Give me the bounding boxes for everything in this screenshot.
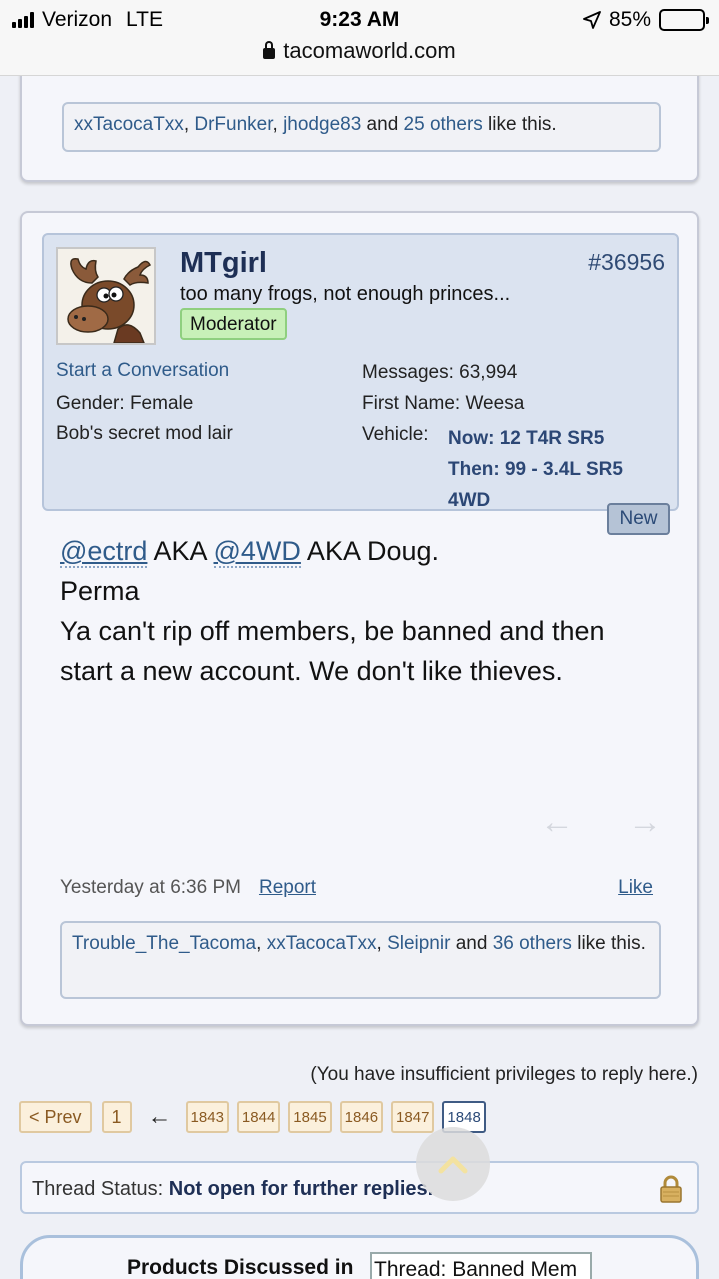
padlock-icon	[660, 1175, 682, 1203]
others-link[interactable]: 36 others	[493, 933, 572, 954]
liker-link[interactable]: DrFunker	[194, 114, 272, 135]
browser-chrome: Verizon LTE 9:23 AM 85% tacomaworld.com	[0, 0, 719, 76]
post: MTgirl #36956 too many frogs, not enough…	[20, 211, 699, 1026]
battery-icon	[659, 9, 709, 31]
likes-summary: Trouble_The_Tacoma, xxTacocaTxx, Sleipni…	[60, 921, 661, 999]
address-bar[interactable]: tacomaworld.com	[0, 38, 719, 64]
messages-row: Messages: 63,994	[362, 362, 518, 383]
post-timestamp[interactable]: Yesterday at 6:36 PM	[60, 877, 241, 898]
post-meta: Yesterday at 6:36 PM Report	[60, 877, 316, 899]
page-link[interactable]: 1846	[339, 1101, 384, 1133]
avatar[interactable]	[56, 247, 156, 345]
page-link[interactable]: 1847	[391, 1101, 435, 1133]
page-first[interactable]: 1	[101, 1101, 132, 1133]
liker-link[interactable]: xxTacocaTxx	[74, 114, 184, 135]
post-number[interactable]: #36956	[588, 249, 665, 276]
first-name-row: First Name: Weesa	[362, 393, 525, 414]
url-text: tacomaworld.com	[283, 38, 456, 63]
products-panel: Products Discussed in Thread: Banned Mem	[20, 1235, 699, 1279]
liker-link[interactable]: xxTacocaTxx	[267, 933, 377, 954]
reply-notice: (You have insufficient privileges to rep…	[310, 1064, 698, 1085]
page-jump-arrow[interactable]: ←	[148, 1103, 172, 1131]
lock-icon	[263, 41, 276, 59]
page-link[interactable]: 1844	[236, 1101, 281, 1133]
likes-summary: xxTacocaTxx, DrFunker, jhodge83 and 25 o…	[62, 102, 661, 152]
user-info-box: MTgirl #36956 too many frogs, not enough…	[42, 233, 679, 511]
battery-percent: 85%	[608, 8, 651, 31]
chevron-up-icon	[438, 1156, 468, 1174]
products-thread-select[interactable]: Thread: Banned Mem	[370, 1252, 592, 1279]
mention-link[interactable]: @4WD	[213, 536, 301, 568]
thread-status: Thread Status: Not open for further repl…	[20, 1161, 699, 1214]
gender-row: Gender: Female	[56, 393, 194, 414]
custom-field: Bob's secret mod lair	[56, 423, 233, 444]
vehicle-value: Now: 12 T4R SR5 Then: 99 - 3.4L SR5 4WD	[448, 428, 623, 511]
products-title: Products Discussed in	[127, 1256, 354, 1279]
user-title: too many frogs, not enough princes...	[180, 283, 511, 305]
liker-link[interactable]: jhodge83	[283, 114, 361, 135]
like-button[interactable]: Like	[618, 877, 653, 899]
moderator-badge: Moderator	[180, 308, 287, 340]
location-arrow-icon	[583, 11, 601, 29]
scroll-to-top-button[interactable]	[416, 1127, 490, 1201]
pagination: < Prev 1 ← 1843 1844 1845 1846 1847 1848	[19, 1100, 494, 1134]
others-link[interactable]: 25 others	[404, 114, 483, 135]
page-link[interactable]: 1843	[185, 1101, 229, 1133]
mention-link[interactable]: @ectrd	[60, 536, 148, 568]
page-link[interactable]: 1845	[288, 1101, 332, 1133]
username[interactable]: MTgirl	[180, 247, 267, 280]
liker-link[interactable]: Sleipnir	[387, 933, 450, 954]
post-navigation: ← →	[540, 803, 670, 841]
vehicle-label: Vehicle:	[362, 424, 429, 445]
liker-link[interactable]: Trouble_The_Tacoma	[72, 933, 256, 954]
report-link[interactable]: Report	[259, 877, 316, 898]
arrow-left-icon[interactable]: ←	[540, 803, 574, 842]
prev-page-button[interactable]: < Prev	[19, 1101, 92, 1133]
start-conversation-link[interactable]: Start a Conversation	[56, 360, 229, 382]
post-message: @ectrd AKA @4WD AKA Doug. Perma Ya can't…	[60, 536, 605, 686]
arrow-right-icon[interactable]: →	[628, 803, 662, 842]
status-bar: Verizon LTE 9:23 AM 85%	[0, 0, 719, 40]
